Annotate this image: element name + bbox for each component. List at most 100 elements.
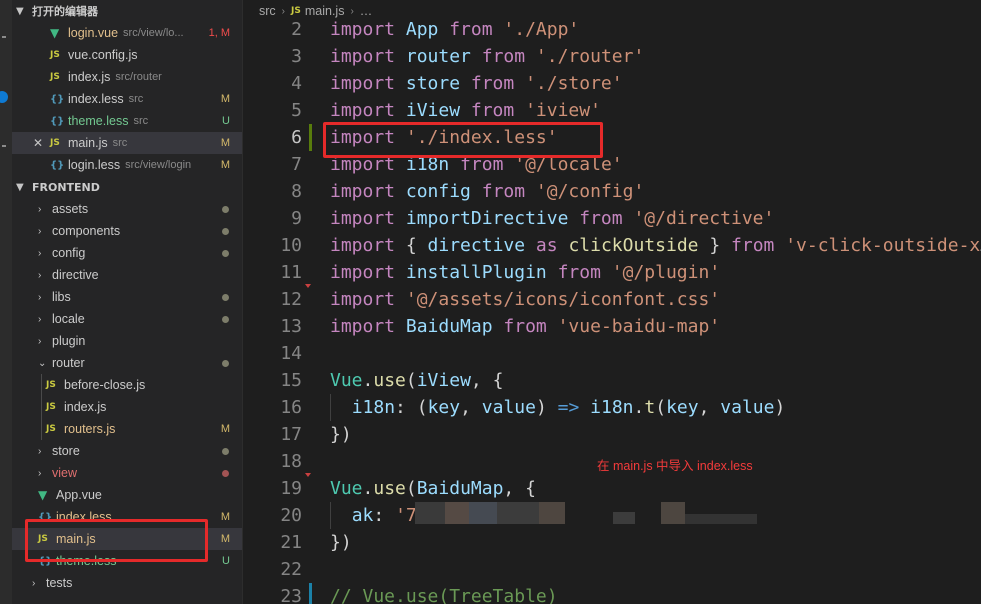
code-line[interactable]: 10 import { directive as clickOutside } f… xyxy=(243,232,981,259)
open-editor-path: src xyxy=(128,93,144,105)
code-token: ) xyxy=(535,397,558,418)
code-line[interactable]: 9 import importDirective from '@/directiv… xyxy=(243,205,981,232)
code-line[interactable]: 13 import BaiduMap from 'vue-baidu-map' xyxy=(243,313,981,340)
tree-folder[interactable]: ⌄ router xyxy=(12,352,242,374)
code-line[interactable]: 15 Vue.use(iView, { xyxy=(243,367,981,394)
code-line[interactable]: 20 ak: '7 xyxy=(243,502,981,529)
code-line[interactable]: 23 // Vue.use(TreeTable) xyxy=(243,583,981,604)
code-token: key xyxy=(427,397,461,418)
open-editor-name: main.js xyxy=(68,136,108,150)
code-line[interactable]: 3 import router from './router' xyxy=(243,43,981,70)
tree-folder[interactable]: › plugin xyxy=(12,330,242,352)
tree-file[interactable]: JS before-close.js xyxy=(12,374,242,396)
open-editor-item[interactable]: ▼ login.vue src/view/lo... 1, M xyxy=(12,22,242,44)
tree-folder[interactable]: › directive xyxy=(12,264,242,286)
code-token: App xyxy=(405,19,439,40)
code-token: '@/config' xyxy=(535,181,645,202)
open-editor-path: src/router xyxy=(115,71,162,83)
git-status-badge: 1, M xyxy=(208,27,230,39)
tree-file[interactable]: JS index.js xyxy=(12,396,242,418)
close-icon[interactable]: ✕ xyxy=(33,136,43,150)
code-line[interactable]: 2 import App from './App' xyxy=(243,16,981,43)
code-token: from xyxy=(438,19,504,40)
open-editor-item[interactable]: {} login.less src/view/login M xyxy=(12,154,242,176)
code-line[interactable]: 14 xyxy=(243,340,981,367)
tree-folder[interactable]: › config xyxy=(12,242,242,264)
tree-folder[interactable]: › locale xyxy=(12,308,242,330)
open-editor-item[interactable]: ✕ JS main.js src M xyxy=(12,132,242,154)
tree-folder[interactable]: › tests xyxy=(12,572,242,594)
git-modified-gutter xyxy=(309,124,312,151)
code-editor[interactable]: src › JS main.js › … 2 import App from '.… xyxy=(243,0,981,604)
tree-folder[interactable]: › components xyxy=(12,220,242,242)
code-token: }) xyxy=(330,532,352,553)
tree-item-label: plugin xyxy=(52,334,86,348)
code-token: import xyxy=(330,46,406,67)
code-token: . xyxy=(362,370,374,391)
fold-marker-icon[interactable] xyxy=(305,284,311,288)
chevron-right-icon: › xyxy=(38,203,42,215)
open-editors-title: 打开的编辑器 xyxy=(32,5,98,18)
tree-item-label: router xyxy=(52,356,85,370)
code-line[interactable]: 11 import installPlugin from '@/plugin' xyxy=(243,259,981,286)
code-token: '@/directive' xyxy=(633,208,775,229)
code-token: from xyxy=(460,100,526,121)
code-line[interactable]: 21}) xyxy=(243,529,981,556)
open-editors-list: ▼ login.vue src/view/lo... 1, M JS vue.config… xyxy=(12,22,242,176)
tree-folder[interactable]: › view xyxy=(12,462,242,484)
code-line[interactable]: 17}) xyxy=(243,421,981,448)
open-editor-item[interactable]: JS index.js src/router xyxy=(12,66,242,88)
indent-guide xyxy=(41,418,42,440)
code-token: './router' xyxy=(535,46,645,67)
code-lines: 2 import App from './App' 3 import router f… xyxy=(243,16,981,604)
modified-dot-icon xyxy=(222,249,229,257)
code-text: import BaiduMap from 'vue-baidu-map' xyxy=(330,313,720,340)
scm-icon[interactable] xyxy=(2,145,6,147)
code-token: from xyxy=(470,181,536,202)
open-editor-name: index.js xyxy=(68,70,111,84)
open-editor-item[interactable]: {} theme.less src U xyxy=(12,110,242,132)
code-token: BaiduMap xyxy=(405,316,493,337)
chevron-down-icon: ▼ xyxy=(16,181,24,193)
code-token: from xyxy=(546,262,612,283)
code-token: , { xyxy=(503,478,536,499)
chevron-right-icon: › xyxy=(38,467,42,479)
code-token: value xyxy=(720,397,775,418)
code-token: ( xyxy=(405,478,417,499)
open-editor-path: src/view/login xyxy=(125,159,192,171)
tree-folder[interactable]: › assets xyxy=(12,198,242,220)
tree-item-label: routers.js xyxy=(64,422,116,436)
line-number: 8 xyxy=(291,181,302,202)
code-text: Vue.use(BaiduMap, { xyxy=(330,475,536,502)
tree-file[interactable]: ▼ App.vue xyxy=(12,484,242,506)
code-line[interactable]: 5 import iView from 'iview' xyxy=(243,97,981,124)
fold-marker-icon[interactable] xyxy=(305,473,311,477)
code-line[interactable]: 19 Vue.use(BaiduMap, { xyxy=(243,473,981,502)
js-file-icon: JS xyxy=(46,380,56,390)
code-token: 'iview' xyxy=(525,100,601,121)
code-line[interactable]: 16 i18n: (key, value) => i18n.t(key, val… xyxy=(243,394,981,421)
open-editors-header[interactable]: ▼ 打开的编辑器 xyxy=(12,0,242,22)
tree-folder[interactable]: › libs xyxy=(12,286,242,308)
code-line[interactable]: 22 xyxy=(243,556,981,583)
code-line[interactable]: 4 import store from './store' xyxy=(243,70,981,97)
modified-dot-icon xyxy=(222,205,229,213)
tree-folder[interactable]: › store xyxy=(12,440,242,462)
code-text: import iView from 'iview' xyxy=(330,97,601,124)
line-number: 14 xyxy=(280,343,302,364)
code-line[interactable]: 12 import '@/assets/icons/iconfont.css' xyxy=(243,284,981,313)
project-header[interactable]: ▼ FRONTEND xyxy=(12,176,242,198)
chevron-right-icon: › xyxy=(38,225,42,237)
code-line[interactable]: 8 import config from '@/config' xyxy=(243,178,981,205)
chevron-right-icon: › xyxy=(38,291,42,303)
explorer-icon[interactable] xyxy=(2,36,6,38)
js-file-icon: JS xyxy=(50,72,60,82)
line-number: 2 xyxy=(291,19,302,40)
tree-file[interactable]: JS routers.js M xyxy=(12,418,242,440)
code-token: '@/assets/icons/iconfont.css' xyxy=(405,289,721,310)
line-number: 11 xyxy=(280,262,302,283)
open-editor-item[interactable]: {} index.less src M xyxy=(12,88,242,110)
code-token: use xyxy=(373,370,406,391)
git-status-badge: U xyxy=(222,115,230,127)
open-editor-item[interactable]: JS vue.config.js xyxy=(12,44,242,66)
